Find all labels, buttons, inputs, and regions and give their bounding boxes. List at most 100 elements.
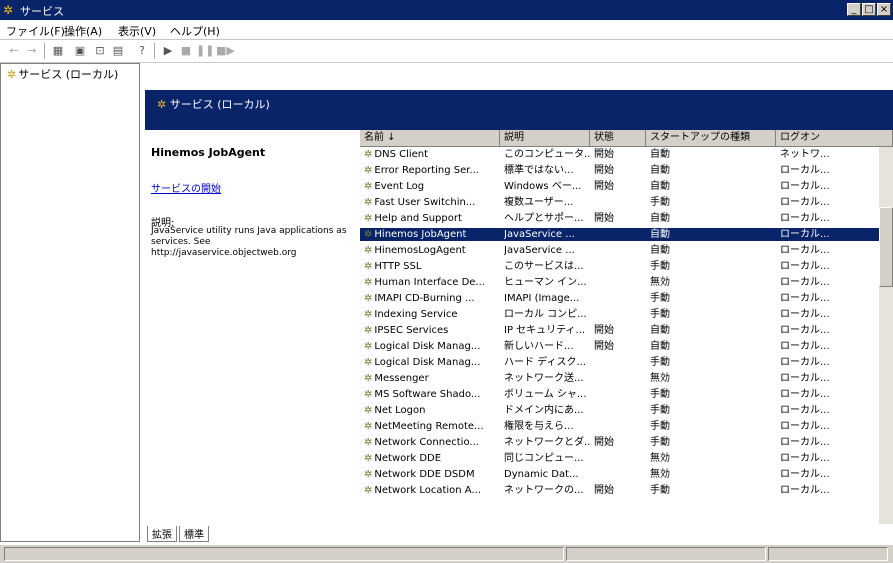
table-row[interactable]: ✲ HTTP SSL このサービスは... 手動 ローカル... [360, 260, 880, 273]
service-logon-cell: ローカル... [780, 213, 830, 224]
banner-title: サービス (ローカル) [169, 98, 270, 111]
gear-icon: ✲ [364, 341, 373, 352]
description-pane: Hinemos JobAgent サービスの開始 説明: JavaService… [145, 130, 360, 538]
service-desc-cell: Windows ベー... [504, 181, 582, 192]
close-button[interactable]: × [877, 3, 891, 16]
help-icon[interactable]: ? [134, 43, 150, 59]
table-row[interactable]: ✲ Network DDE 同じコンピュー... 無効 ローカル... [360, 452, 880, 465]
minimize-button[interactable]: _ [847, 3, 861, 16]
tab-standard[interactable]: 標準 [179, 526, 209, 542]
maximize-button[interactable]: □ [862, 3, 876, 16]
service-logon-cell: ローカル... [780, 357, 830, 368]
gear-icon: ✲ [364, 277, 373, 288]
gear-icon: ✲ [364, 213, 373, 224]
table-row[interactable]: ✲ Event Log Windows ベー... 開始 自動 ローカル... [360, 180, 880, 193]
service-name-cell: ✲ HTTP SSL [364, 261, 422, 272]
service-startup-cell: 自動 [650, 341, 670, 352]
service-name-cell: ✲ Network Location A... [364, 485, 481, 496]
table-row[interactable]: ✲ Human Interface De... ヒューマン イン... 無効 ローカル.… [360, 276, 880, 289]
service-name-cell: ✲ Human Interface De... [364, 277, 485, 288]
pause-service-icon[interactable]: ❚❚ [196, 43, 214, 59]
service-status-cell: 開始 [594, 341, 614, 352]
table-row[interactable]: ✲ MS Software Shado... ボリューム シャ... 手動 ローカル..… [360, 388, 880, 401]
back-arrow-icon[interactable]: ← [6, 43, 22, 59]
service-name-cell: ✲ Network DDE [364, 453, 442, 464]
services-list: 名前 ↓ 説明 状態 スタートアップの種類 ログオン ✲ DNS Client この… [360, 130, 893, 524]
service-name-cell: ✲ Logical Disk Manag... [364, 341, 481, 352]
column-header-name[interactable]: 名前 ↓ [360, 130, 500, 147]
table-row[interactable]: ✲ Network Location A... ネットワークの... 開始 手動 ローカル… [360, 484, 880, 497]
table-row[interactable]: ✲ Indexing Service ローカル コンピ... 手動 ローカル... [360, 308, 880, 321]
properties-icon[interactable]: ▣ [72, 43, 88, 59]
service-logon-cell: ローカル... [780, 277, 830, 288]
table-row[interactable]: ✲ Messenger ネットワーク送... 無効 ローカル... [360, 372, 880, 385]
menu-help[interactable]: ヘルプ(H) [170, 23, 220, 39]
table-row[interactable]: ✲ Logical Disk Manag... ハード ディスク... 手動 ローカル.… [360, 356, 880, 369]
menu-view[interactable]: 表示(V) [118, 23, 156, 39]
service-logon-cell: ローカル... [780, 197, 830, 208]
vertical-scrollbar[interactable] [879, 147, 893, 524]
toolbar-separator [154, 43, 155, 59]
column-header-startup-type[interactable]: スタートアップの種類 [646, 130, 776, 147]
column-header-description[interactable]: 説明 [500, 130, 590, 147]
service-status-cell: 開始 [594, 149, 614, 160]
service-startup-cell: 手動 [650, 197, 670, 208]
table-row[interactable]: ✲ Network Connectio... ネットワークとダ... 開始 手動 ローカル… [360, 436, 880, 449]
refresh-icon[interactable]: ⊡ [92, 43, 108, 59]
service-status-cell: 開始 [594, 181, 614, 192]
table-row[interactable]: ✲ Fast User Switchin... 複数ユーザー... 手動 ローカル... [360, 196, 880, 209]
service-startup-cell: 手動 [650, 261, 670, 272]
gear-icon: ✲ [364, 229, 373, 240]
restart-service-icon[interactable]: ■▶ [216, 43, 235, 59]
service-startup-cell: 手動 [650, 421, 670, 432]
gear-icon: ✲ [364, 469, 373, 480]
table-row[interactable]: ✲ IPSEC Services IP セキュリティ... 開始 自動 ローカル... [360, 324, 880, 337]
menu-action[interactable]: 操作(A) [64, 23, 102, 39]
gear-icon: ✲ [364, 261, 373, 272]
show-tree-icon[interactable]: ▦ [50, 43, 66, 59]
gear-icon: ✲ [364, 181, 373, 192]
table-row[interactable]: ✲ Logical Disk Manag... 新しいハード... 開始 自動 ローカル.… [360, 340, 880, 353]
table-row[interactable]: ✲ Hinemos JobAgent JavaService ... 自動 ローカル..… [360, 228, 880, 241]
service-logon-cell: ローカル... [780, 293, 830, 304]
services-banner: ✲ サービス (ローカル) [145, 90, 893, 116]
gear-icon: ✲ [364, 421, 373, 432]
forward-arrow-icon[interactable]: → [24, 43, 40, 59]
service-desc-cell: ネットワークとダ... [504, 437, 590, 448]
service-logon-cell: ローカル... [780, 261, 830, 272]
service-desc-cell: ドメイン内にあ... [504, 405, 584, 416]
service-desc-cell: 権限を与えら... [504, 421, 574, 432]
stop-service-icon[interactable]: ■ [178, 43, 194, 59]
service-desc-cell: Dynamic Dat... [504, 469, 579, 480]
service-startup-cell: 手動 [650, 437, 670, 448]
service-desc-cell: このサービスは... [504, 261, 584, 272]
service-logon-cell: ローカル... [780, 421, 830, 432]
status-panel [768, 547, 888, 561]
export-list-icon[interactable]: ▤ [110, 43, 126, 59]
table-row[interactable]: ✲ Net Logon ドメイン内にあ... 手動 ローカル... [360, 404, 880, 417]
service-name-cell: ✲ Indexing Service [364, 309, 458, 320]
table-row[interactable]: ✲ Help and Support ヘルプとサポー... 開始 自動 ローカル... [360, 212, 880, 225]
gear-icon: ✲ [364, 149, 373, 160]
tab-extended[interactable]: 拡張 [147, 526, 177, 542]
tree-item-services-local[interactable]: ✲ サービス (ローカル) [7, 66, 118, 82]
service-desc-cell: ハード ディスク... [504, 357, 587, 368]
table-row[interactable]: ✲ HinemosLogAgent JavaService ... 自動 ローカル... [360, 244, 880, 257]
start-service-link[interactable]: サービスの開始 [151, 180, 221, 195]
service-name-cell: ✲ IMAPI CD-Burning ... [364, 293, 475, 304]
column-header-logon[interactable]: ログオン [776, 130, 893, 147]
service-startup-cell: 自動 [650, 149, 670, 160]
start-service-icon[interactable]: ▶ [160, 43, 176, 59]
service-status-cell: 開始 [594, 213, 614, 224]
table-row[interactable]: ✲ DNS Client このコンピュータ... 開始 自動 ネットワ... [360, 148, 880, 161]
table-row[interactable]: ✲ Network DDE DSDM Dynamic Dat... 無効 ローカル... [360, 468, 880, 481]
table-row[interactable]: ✲ Error Reporting Ser... 標準ではない... 開始 自動 ローカル… [360, 164, 880, 177]
scrollbar-thumb[interactable] [879, 207, 893, 287]
service-name-cell: ✲ NetMeeting Remote... [364, 421, 484, 432]
table-row[interactable]: ✲ IMAPI CD-Burning ... IMAPI (Image... 手動 ロー… [360, 292, 880, 305]
column-header-status[interactable]: 状態 [590, 130, 646, 147]
menu-file[interactable]: ファイル(F) [6, 23, 65, 39]
service-logon-cell: ローカル... [780, 469, 830, 480]
gear-icon: ✲ [7, 68, 17, 81]
table-row[interactable]: ✲ NetMeeting Remote... 権限を与えら... 手動 ローカル... [360, 420, 880, 433]
